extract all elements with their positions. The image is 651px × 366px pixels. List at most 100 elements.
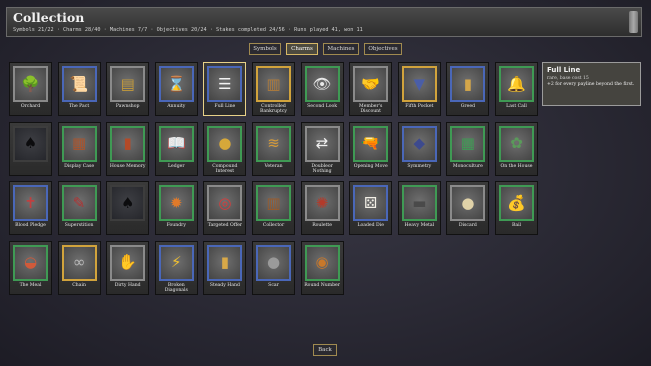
charm-card[interactable]: 🌳 Orchard — [9, 62, 52, 116]
scroll-handle[interactable] — [629, 11, 638, 33]
charm-card[interactable]: ✿ On the House — [495, 121, 538, 176]
charm-frame: 🔔 — [499, 66, 534, 102]
charm-frame: ✹ — [158, 185, 194, 221]
charm-frame: ⇄ — [304, 125, 340, 162]
hourglass-icon: ⌛ — [166, 74, 186, 93]
meal-icon: ◒ — [23, 253, 38, 271]
charm-label: Symmetry — [407, 163, 432, 169]
pistol-icon: 🔫 — [361, 134, 381, 152]
sign-icon: ▥ — [266, 74, 281, 93]
charm-card[interactable]: ⌛ Annuity — [154, 62, 198, 116]
tab-symbols[interactable]: Symbols — [249, 43, 281, 55]
pocket-icon: ▼ — [413, 74, 426, 93]
charm-card[interactable]: ✺ Roulette — [300, 181, 344, 235]
eye-icon: 👁 — [312, 74, 332, 93]
charm-label: Broken Diagonals — [164, 282, 188, 293]
cookie-icon: ● — [461, 193, 475, 212]
charm-label: Roulette — [312, 223, 332, 228]
charm-card[interactable]: ▥ Controlled Bankruptcy — [252, 62, 295, 116]
charm-card[interactable]: 🔔 Last Call — [495, 62, 538, 116]
lightning-icon: ⚡ — [171, 253, 182, 271]
charm-card[interactable]: ≋ Veteran — [252, 121, 295, 176]
locked-silhouette-icon: ♠ — [23, 134, 38, 152]
charm-frame: ∞ — [61, 244, 97, 281]
charm-label: Annuity — [167, 104, 186, 109]
charm-frame: ⚄ — [353, 185, 389, 221]
charm-card[interactable]: ▤ Pawnshop — [106, 62, 150, 116]
charm-card[interactable]: ● Compound Interest — [203, 121, 247, 176]
charm-frame: ▦ — [450, 125, 486, 162]
tooltip-description: +2 for every payline beyond the first. — [547, 82, 635, 87]
charm-label: Opening Move — [353, 163, 388, 169]
charm-card[interactable]: ● Scar — [252, 240, 295, 295]
charm-card[interactable]: ▮ Greed — [446, 62, 490, 116]
back-button[interactable]: Back — [313, 344, 337, 356]
charm-card[interactable]: ✝ Blood Pledge — [9, 181, 52, 235]
grid-icon: ▦ — [460, 134, 475, 152]
charm-card[interactable]: ✹ Foundry — [154, 181, 198, 235]
charm-card[interactable]: ▬ Heavy Metal — [397, 181, 441, 235]
charm-card[interactable]: 📜 The Pact — [57, 62, 101, 116]
tab-objectives[interactable]: Objectives — [364, 43, 402, 55]
tab-charms[interactable]: Charms — [286, 43, 318, 55]
charm-frame: ▮ — [450, 66, 486, 102]
charm-card[interactable]: ▼ Fifth Pocket — [397, 62, 441, 116]
charm-card[interactable]: ⚡ Broken Diagonals — [154, 240, 198, 295]
charm-card[interactable]: ▦ Display Case — [57, 121, 101, 176]
charm-label: Full Line — [214, 104, 236, 109]
charm-label: Pawnshop — [115, 104, 140, 109]
charm-frame: ● — [450, 185, 486, 221]
charm-label: Display Case — [64, 163, 95, 169]
charm-card[interactable]: 👁 Second Look — [300, 62, 344, 116]
charm-card[interactable]: ◆ Symmetry — [397, 121, 441, 176]
charm-card[interactable]: ◉ Round Number — [300, 240, 344, 295]
charm-card[interactable]: 🔫 Opening Move — [349, 121, 393, 176]
cabinet-icon: ▦ — [72, 134, 87, 152]
charm-card[interactable]: 📖 Ledger — [154, 121, 198, 176]
charm-frame: ≋ — [256, 125, 291, 162]
charm-card[interactable]: ✎ Superstition — [57, 181, 101, 235]
charm-card[interactable]: 🤝 Member's Discount — [349, 62, 393, 116]
charm-card[interactable]: ◒ The Meal — [9, 240, 52, 295]
target-icon: ◎ — [218, 193, 232, 212]
charm-frame: ◆ — [401, 125, 437, 162]
charm-frame: 📜 — [61, 66, 97, 102]
charm-label: Blood Pledge — [15, 223, 46, 228]
charm-label: The Meal — [19, 282, 42, 288]
scar-icon: ● — [266, 253, 281, 271]
charm-card[interactable]: ⇄ Doubleor Nothing — [300, 121, 344, 176]
charm-card[interactable]: ▥ Collector — [252, 181, 295, 235]
charm-card[interactable]: ⚄ Loaded Die — [349, 181, 393, 235]
die-icon: ⚄ — [364, 193, 378, 212]
charm-card[interactable]: ☰ Full Line — [203, 62, 247, 116]
charm-card[interactable]: ● Discard — [446, 181, 490, 235]
charm-card[interactable]: ♠ — [9, 121, 52, 176]
charm-frame: ● — [207, 125, 243, 162]
charm-frame: 👁 — [304, 66, 340, 102]
charm-frame: ▥ — [256, 185, 291, 221]
charm-label: The Pact — [68, 104, 90, 109]
charm-card[interactable]: 💰 Bail — [495, 181, 538, 235]
charm-card[interactable]: ♠ — [106, 181, 150, 235]
charm-frame: ▮ — [207, 244, 243, 281]
coin-icon: ◉ — [315, 253, 329, 271]
money-bag-icon: 💰 — [507, 193, 526, 212]
charm-card[interactable]: ◎ Targeted Offer — [203, 181, 247, 235]
category-tabs: Symbols Charms Machines Objectives — [0, 43, 651, 55]
charm-card[interactable]: ▦ Monoculture — [446, 121, 490, 176]
tooltip-subtitle: rare, base cost 15 — [547, 76, 589, 81]
charm-label: Doubleor Nothing — [311, 163, 333, 174]
open-book-icon: 📖 — [166, 134, 186, 152]
tab-machines[interactable]: Machines — [323, 43, 359, 55]
roulette-icon: ✺ — [315, 193, 329, 212]
charm-frame: 💰 — [499, 185, 534, 221]
charm-frame: ⌛ — [158, 66, 194, 102]
charm-card[interactable]: ▮ Steady Hand — [203, 240, 247, 295]
charm-card[interactable]: ∞ Chain — [57, 240, 101, 295]
charm-frame: 📖 — [158, 125, 194, 162]
charm-frame: ▮ — [110, 125, 146, 162]
charm-card[interactable]: ✋ Dirty Hand — [106, 240, 150, 295]
collection-stats: Symbols 21/22 · Charms 28/40 · Machines … — [13, 27, 363, 33]
charm-frame: ⚡ — [158, 244, 194, 281]
charm-card[interactable]: ▮ House Memory — [106, 121, 150, 176]
